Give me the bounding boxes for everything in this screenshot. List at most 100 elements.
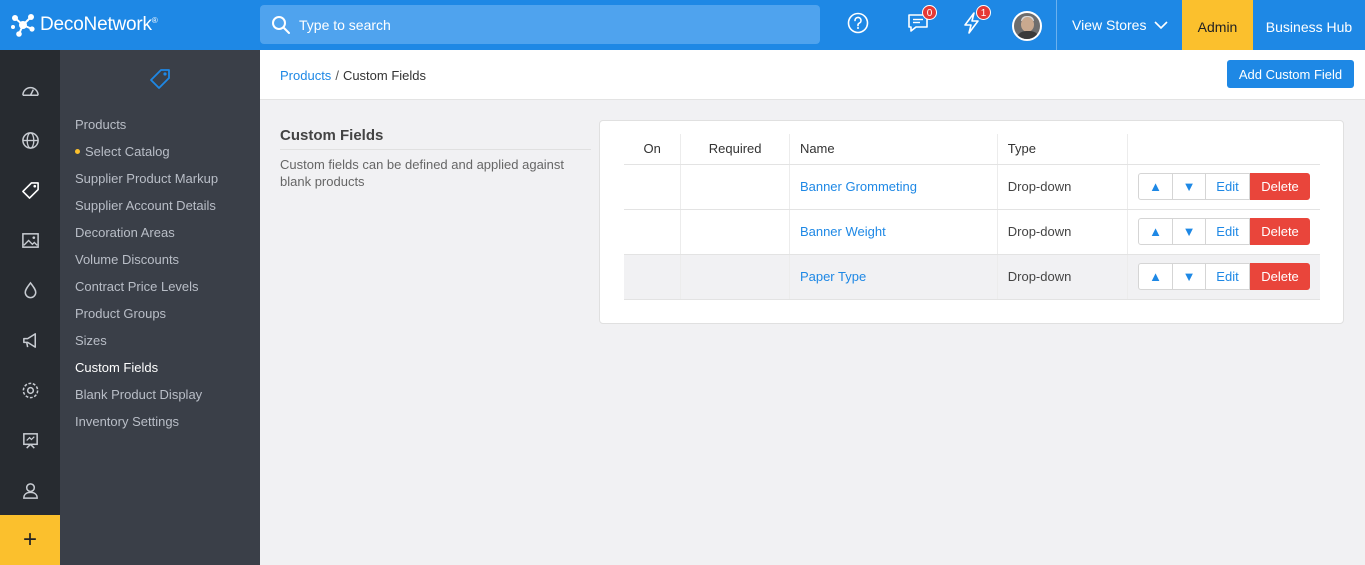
breadcrumb-separator: / [335, 68, 339, 83]
move-up-button[interactable]: ▲ [1138, 173, 1173, 200]
main-content: Products / Custom Fields Add Custom Field … [260, 50, 1365, 565]
subnav-item-supplier-account-details[interactable]: Supplier Account Details [75, 197, 218, 224]
products-subnav: Products Select Catalog Supplier Product… [60, 50, 260, 565]
move-down-button[interactable]: ▼ [1173, 263, 1206, 290]
subnav-list: Products Select Catalog Supplier Product… [75, 116, 218, 440]
field-name-link[interactable]: Banner Grommeting [800, 179, 917, 194]
edit-button[interactable]: Edit [1206, 173, 1250, 200]
subnav-item-blank-product-display[interactable]: Blank Product Display [75, 386, 218, 413]
top-bar: DecoNetwork® 0 1 Vi [0, 0, 1365, 50]
messages-badge: 0 [922, 5, 937, 20]
field-name-link[interactable]: Banner Weight [800, 224, 886, 239]
breadcrumb-bar: Products / Custom Fields Add Custom Field [260, 50, 1365, 100]
cell-name: Paper Type [788, 254, 998, 300]
breadcrumb-products-link[interactable]: Products [280, 68, 331, 83]
cell-actions: ▲ ▼ Edit Delete [1127, 164, 1320, 210]
subnav-item-supplier-product-markup[interactable]: Supplier Product Markup [75, 170, 218, 197]
search-input[interactable] [299, 16, 779, 33]
avatar[interactable] [1012, 11, 1042, 41]
subnav-item-decoration-areas[interactable]: Decoration Areas [75, 224, 218, 251]
messages-button[interactable]: 0 [907, 5, 937, 38]
avatar-body [1016, 31, 1040, 39]
rail-item-marketing[interactable] [0, 315, 60, 365]
move-down-button[interactable]: ▼ [1173, 173, 1206, 200]
section-title: Custom Fields [280, 127, 591, 150]
cell-type: Drop-down [996, 164, 1128, 210]
add-custom-field-button[interactable]: Add Custom Field [1227, 60, 1354, 88]
delete-button[interactable]: Delete [1250, 263, 1310, 290]
search-icon [272, 15, 290, 34]
subnav-item-products[interactable]: Products [75, 116, 218, 143]
subnav-item-label: Select Catalog [85, 144, 170, 159]
row-actions: ▲ ▼ Edit Delete [1138, 173, 1310, 200]
row-actions: ▲ ▼ Edit Delete [1138, 263, 1310, 290]
rail-item-users[interactable] [0, 465, 60, 515]
globe-icon [21, 131, 39, 149]
rail-item-globe[interactable] [0, 115, 60, 165]
field-name-link[interactable]: Paper Type [800, 269, 866, 284]
table-row: Paper Type Drop-down ▲ ▼ Edit Delete [624, 254, 1320, 300]
move-down-button[interactable]: ▼ [1173, 218, 1206, 245]
subnav-item-select-catalog[interactable]: Select Catalog [75, 143, 218, 170]
column-header-type: Type [996, 134, 1128, 165]
tag-icon [150, 69, 170, 89]
notifications-badge: 1 [976, 5, 991, 20]
move-up-button[interactable]: ▲ [1138, 218, 1173, 245]
rail-item-settings[interactable] [0, 365, 60, 415]
dashboard-icon [21, 86, 39, 96]
view-stores-label: View Stores [1072, 17, 1147, 33]
subnav-item-inventory-settings[interactable]: Inventory Settings [75, 413, 218, 440]
cell-actions: ▲ ▼ Edit Delete [1127, 254, 1320, 300]
delete-button[interactable]: Delete [1250, 218, 1310, 245]
topbar-divider [1056, 0, 1057, 50]
subnav-item-volume-discounts[interactable]: Volume Discounts [75, 251, 218, 278]
subnav-item-product-groups[interactable]: Product Groups [75, 305, 218, 332]
cell-type: Drop-down [996, 254, 1128, 300]
view-stores-dropdown[interactable]: View Stores [1058, 0, 1182, 50]
status-dot [75, 149, 80, 155]
edit-button[interactable]: Edit [1206, 218, 1250, 245]
admin-button[interactable]: Admin [1182, 0, 1253, 50]
cell-required [680, 164, 790, 210]
cell-on [624, 209, 681, 255]
settings-icon [22, 382, 38, 398]
subnav-item-sizes[interactable]: Sizes [75, 332, 218, 359]
avatar-head [1021, 17, 1034, 32]
admin-label: Admin [1197, 19, 1238, 35]
subnav-item-contract-price-levels[interactable]: Contract Price Levels [75, 278, 218, 305]
row-actions: ▲ ▼ Edit Delete [1138, 218, 1310, 245]
icon-rail: + [0, 50, 60, 565]
table-row: Banner Weight Drop-down ▲ ▼ Edit Delete [624, 209, 1320, 255]
table-header-row: On Required Name Type [624, 134, 1320, 165]
add-button[interactable]: + [0, 515, 60, 565]
help-button[interactable] [847, 12, 873, 38]
cell-on [624, 254, 681, 300]
image-icon [21, 232, 39, 248]
cell-actions: ▲ ▼ Edit Delete [1127, 209, 1320, 255]
help-icon [847, 12, 869, 34]
notifications-button[interactable]: 1 [961, 5, 991, 38]
edit-button[interactable]: Edit [1206, 263, 1250, 290]
rail-item-dashboard[interactable] [0, 65, 60, 115]
column-header-required: Required [680, 134, 790, 165]
cell-name: Banner Weight [788, 209, 998, 255]
search-bar[interactable] [260, 5, 820, 44]
logo[interactable]: DecoNetwork® [10, 10, 158, 40]
column-header-name: Name [788, 134, 998, 165]
rail-item-reports[interactable] [0, 415, 60, 465]
business-hub-label: Business Hub [1265, 19, 1353, 35]
cell-required [680, 254, 790, 300]
delete-button[interactable]: Delete [1250, 173, 1310, 200]
section-description: Custom fields can be defined and applied… [280, 157, 565, 189]
rail-item-images[interactable] [0, 215, 60, 265]
rail-item-products[interactable] [0, 165, 60, 215]
tag-icon [21, 181, 39, 199]
subnav-item-custom-fields[interactable]: Custom Fields [75, 359, 218, 386]
move-up-button[interactable]: ▲ [1138, 263, 1173, 290]
cell-on [624, 164, 681, 210]
cell-name: Banner Grommeting [788, 164, 998, 210]
business-hub-button[interactable]: Business Hub [1253, 0, 1365, 50]
drop-icon [24, 281, 36, 298]
rail-item-colors[interactable] [0, 265, 60, 315]
chevron-down-icon [1154, 21, 1169, 30]
